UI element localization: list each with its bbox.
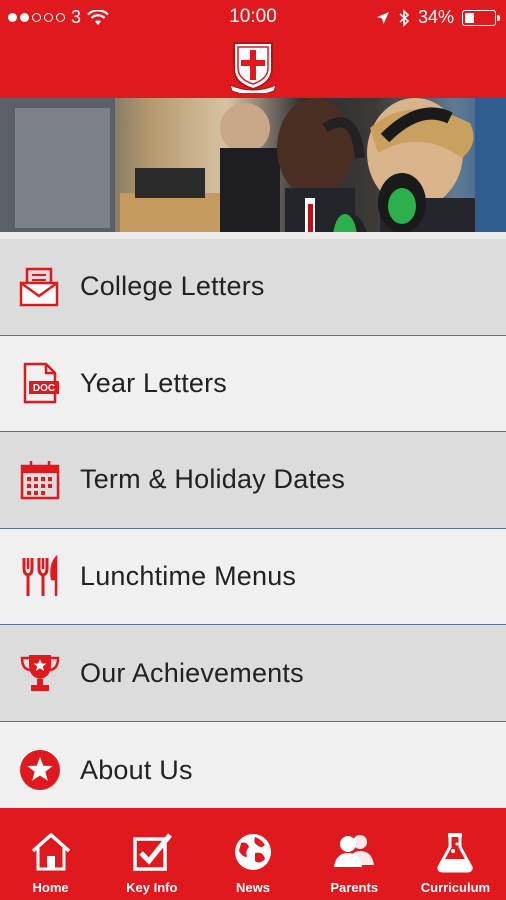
flask-icon (433, 830, 477, 874)
tab-key-info[interactable]: Key Info (101, 808, 202, 900)
menu-item-college-letters[interactable]: College Letters (0, 239, 506, 336)
menu-item-label: College Letters (80, 271, 265, 302)
tab-news[interactable]: News (202, 808, 303, 900)
tab-home[interactable]: Home (0, 808, 101, 900)
checkbox-icon (130, 830, 174, 874)
star-circle-icon (18, 748, 62, 792)
people-icon (330, 830, 378, 874)
menu-item-term-holiday-dates[interactable]: Term & Holiday Dates (0, 432, 506, 529)
fork-knife-icon (18, 554, 62, 599)
tab-label: News (236, 880, 270, 895)
menu-item-label: Our Achievements (80, 657, 304, 688)
bottom-tab-bar: Home Key Info News Parents Curriculum (0, 808, 506, 900)
battery-percent: 34% (417, 7, 454, 27)
key-info-menu: College Letters DOC Year Letters Term & … (0, 239, 506, 819)
menu-item-our-achievements[interactable]: Our Achievements (0, 625, 506, 722)
home-icon (29, 830, 73, 874)
menu-item-label: Year Letters (80, 367, 227, 398)
location-arrow-icon (376, 11, 389, 24)
envelope-letter-icon (18, 265, 62, 309)
menu-item-label: About Us (80, 754, 193, 785)
tab-parents[interactable]: Parents (304, 808, 405, 900)
status-right: 34% (376, 7, 500, 28)
menu-item-about-us[interactable]: About Us (0, 721, 506, 819)
tab-label: Parents (330, 880, 379, 895)
calendar-icon (18, 458, 62, 502)
tab-label: Key Info (126, 880, 178, 895)
school-crest-logo (229, 42, 277, 93)
tab-curriculum[interactable]: Curriculum (405, 808, 506, 900)
battery-icon (462, 9, 500, 26)
status-bar: 3 10:00 34% (0, 0, 506, 34)
menu-item-label: Term & Holiday Dates (80, 464, 346, 495)
menu-item-year-letters[interactable]: DOC Year Letters (0, 335, 506, 433)
bluetooth-icon (399, 8, 410, 27)
app-header (0, 34, 506, 98)
svg-text:DOC: DOC (33, 383, 55, 394)
menu-item-lunchtime-menus[interactable]: Lunchtime Menus (0, 528, 506, 626)
tab-label: Curriculum (420, 880, 491, 895)
trophy-icon (18, 651, 62, 695)
hero-photo (0, 98, 506, 232)
tab-label: Home (32, 880, 69, 895)
menu-item-label: Lunchtime Menus (80, 561, 297, 592)
globe-icon (231, 830, 275, 874)
doc-file-icon: DOC (18, 361, 62, 405)
students-with-headphones-image (0, 98, 506, 232)
